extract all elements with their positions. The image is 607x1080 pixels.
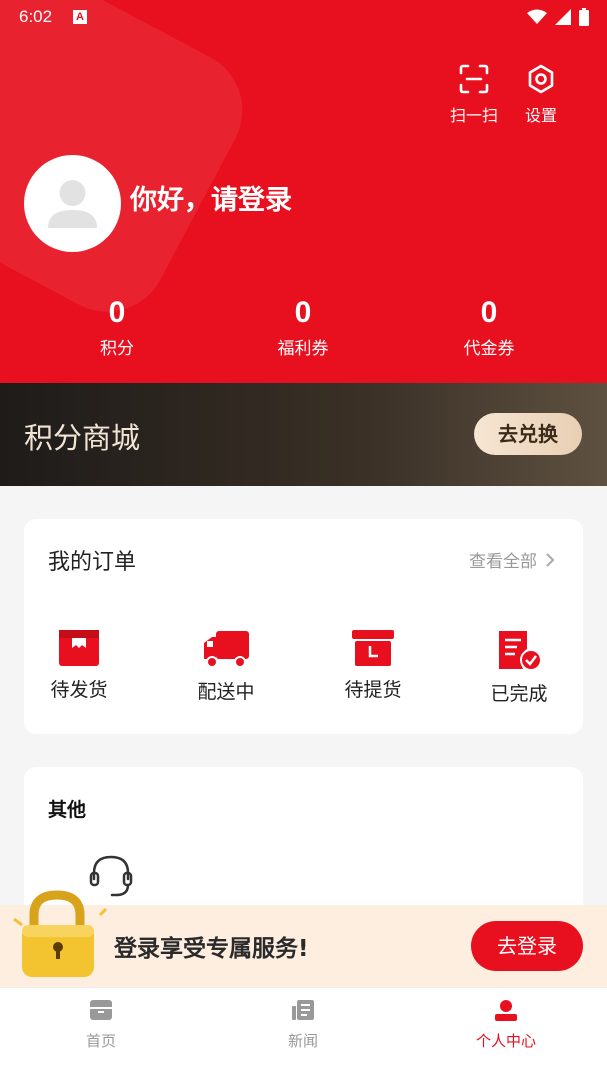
- scan-icon: [459, 64, 489, 94]
- tab-news[interactable]: 新闻: [243, 998, 363, 1051]
- order-awaiting-pickup[interactable]: 待提货: [318, 629, 428, 702]
- stat-vouchers[interactable]: 0 代金券: [429, 296, 549, 359]
- stat-value: 0: [480, 296, 498, 329]
- signal-icon: [555, 9, 571, 25]
- login-prompt-text: 登录享受专属服务!: [114, 936, 309, 962]
- go-login-button[interactable]: 去登录: [471, 921, 583, 971]
- login-greeting[interactable]: 你好，请登录: [130, 178, 292, 217]
- user-placeholder-icon: [48, 180, 97, 228]
- settings-label: 设置: [524, 106, 557, 125]
- home-icon: [90, 1000, 112, 1020]
- order-label: 已完成: [490, 683, 548, 705]
- view-all-orders-link[interactable]: 查看全部: [469, 547, 555, 572]
- stat-points[interactable]: 0 积分: [57, 296, 177, 359]
- stat-label: 代金券: [463, 339, 515, 359]
- points-mall-banner[interactable]: 积分商城 去兑换: [0, 383, 607, 486]
- avatar[interactable]: [24, 155, 121, 252]
- mall-title: 积分商城: [24, 421, 141, 455]
- orders-title: 我的订单: [48, 550, 137, 575]
- login-prompt-bar: 登录享受专属服务! 去登录: [0, 890, 607, 987]
- lock-icon: [13, 890, 108, 977]
- delivery-truck-icon: [204, 631, 249, 668]
- scan-label: 扫一扫: [449, 106, 498, 125]
- pending-shipment-icon: [59, 630, 99, 666]
- completed-order-icon: [499, 631, 542, 671]
- tab-home[interactable]: 首页: [41, 998, 161, 1051]
- stat-label: 积分: [100, 339, 134, 359]
- bottom-tab-bar: 首页 新闻 个人中心: [0, 987, 607, 1080]
- stat-label: 福利券: [277, 339, 329, 359]
- status-time: 6:02: [19, 7, 53, 26]
- others-title: 其他: [48, 799, 87, 821]
- order-in-delivery[interactable]: 配送中: [171, 629, 281, 704]
- wifi-icon: [527, 9, 547, 24]
- status-icons: [527, 8, 589, 26]
- stat-value: 0: [294, 296, 312, 329]
- tab-label: 个人中心: [475, 1032, 536, 1050]
- settings-button[interactable]: 设置: [511, 64, 571, 126]
- tab-label: 首页: [85, 1032, 116, 1050]
- status-bar: 6:02 A: [0, 0, 607, 34]
- tab-profile[interactable]: 个人中心: [446, 998, 566, 1051]
- order-label: 待提货: [344, 679, 402, 701]
- redeem-button[interactable]: 去兑换: [474, 413, 582, 455]
- stat-welfare-coupons[interactable]: 0 福利券: [243, 296, 363, 359]
- battery-icon: [579, 8, 589, 26]
- scan-button[interactable]: 扫一扫: [444, 64, 504, 126]
- order-label: 待发货: [50, 679, 108, 701]
- orders-card: 我的订单 查看全部 待发货 配送中 待提货 已完成: [24, 519, 583, 734]
- order-pending-shipment[interactable]: 待发货: [24, 629, 134, 702]
- order-label: 配送中: [197, 681, 255, 703]
- news-icon: [292, 1000, 314, 1020]
- notification-icon: A: [73, 10, 87, 24]
- profile-header: 6:02 A 扫一扫 设置 你好，请登录 0 积分 0 福利券 0 代金券: [0, 0, 607, 383]
- order-completed[interactable]: 已完成: [464, 629, 574, 706]
- tab-label: 新闻: [287, 1032, 318, 1050]
- chevron-right-icon: [546, 552, 555, 567]
- view-all-label: 查看全部: [469, 552, 537, 572]
- stat-value: 0: [108, 296, 126, 329]
- gear-icon: [528, 64, 554, 94]
- profile-icon: [495, 1000, 517, 1021]
- pickup-box-icon: [352, 630, 394, 666]
